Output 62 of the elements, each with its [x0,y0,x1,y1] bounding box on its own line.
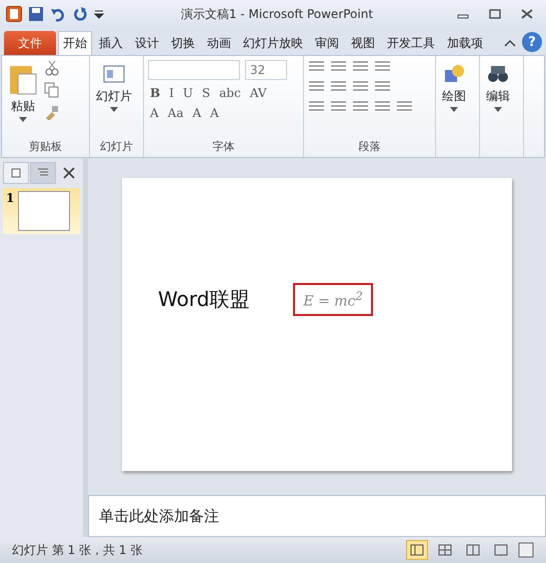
ribbon-tab[interactable]: 加载项 [442,31,488,55]
group-label: 字体 [212,139,236,155]
ribbon-tab[interactable]: 开发工具 [382,31,440,55]
window-title: 演示文稿1 - Microsoft PowerPoint [180,6,374,22]
file-tab[interactable]: 文件 [4,31,56,55]
font-size-field[interactable]: 32 [245,60,287,80]
collapse-icon[interactable] [504,38,516,48]
caret-icon [494,107,502,112]
format-button[interactable]: B [148,86,162,100]
ribbon-tab[interactable]: 设计 [130,31,164,55]
help-button[interactable]: ? [522,32,542,52]
reading-view-icon [466,544,480,556]
ribbon-tab[interactable]: 视图 [346,31,380,55]
format-button[interactable]: AV [248,86,269,100]
font-field[interactable] [148,60,240,80]
undo-icon[interactable] [50,6,66,22]
format-button[interactable]: abc [217,86,243,100]
format-button[interactable]: Aa [166,106,186,120]
slides-tab[interactable] [3,162,29,184]
copy-icon[interactable] [44,82,60,98]
app-icon[interactable] [6,6,22,22]
ribbon-tab[interactable]: 切换 [166,31,200,55]
sorter-view-icon [438,544,452,556]
format-button[interactable]: A [190,106,204,120]
format-button[interactable]: S [200,86,212,100]
redo-icon[interactable] [72,6,88,22]
ribbon-tab[interactable]: 动画 [202,31,236,55]
format-button[interactable]: U [180,86,196,100]
save-icon[interactable] [28,6,44,22]
slide-icon [11,168,21,178]
editing-button[interactable]: 编辑 [484,60,512,153]
caret-icon [450,107,458,112]
new-slide-button[interactable]: 幻灯片 [94,60,134,135]
notes-placeholder[interactable]: 单击此处添加备注 [99,506,219,526]
caret-icon [110,107,118,112]
paste-button[interactable]: 粘贴 [6,60,40,135]
ribbon-tab[interactable]: 审阅 [310,31,344,55]
normal-view-icon [410,544,424,556]
ribbon-tab[interactable]: 插入 [94,31,128,55]
status-text: 幻灯片 第 1 张，共 1 张 [12,542,144,558]
show-view-icon [494,544,508,556]
close-icon[interactable] [62,166,76,180]
customize-icon[interactable] [94,9,104,19]
scissors-icon[interactable] [44,60,60,76]
group-label: 幻灯片 [99,139,134,155]
close-icon [521,9,533,19]
ribbon-tab[interactable]: 开始 [58,31,92,55]
maximize-icon [489,9,501,19]
ribbon-tab[interactable]: 幻灯片放映 [238,31,308,55]
group-label: 剪贴板 [28,139,63,155]
format-button[interactable]: I [167,86,176,100]
group-label: 段落 [358,139,382,155]
format-button[interactable]: A [148,106,161,120]
slide-text: Word联盟 [158,286,250,313]
equation: E = mc$^{2}$ [293,283,373,316]
caret-icon [19,117,27,122]
drawing-button[interactable]: 绘图 [440,60,468,153]
outline-icon [37,168,49,178]
outline-tab[interactable] [30,162,56,184]
format-button[interactable]: A [208,106,221,120]
normal-view-button[interactable] [406,540,428,560]
slide-thumbnail[interactable]: 1 [3,188,80,234]
